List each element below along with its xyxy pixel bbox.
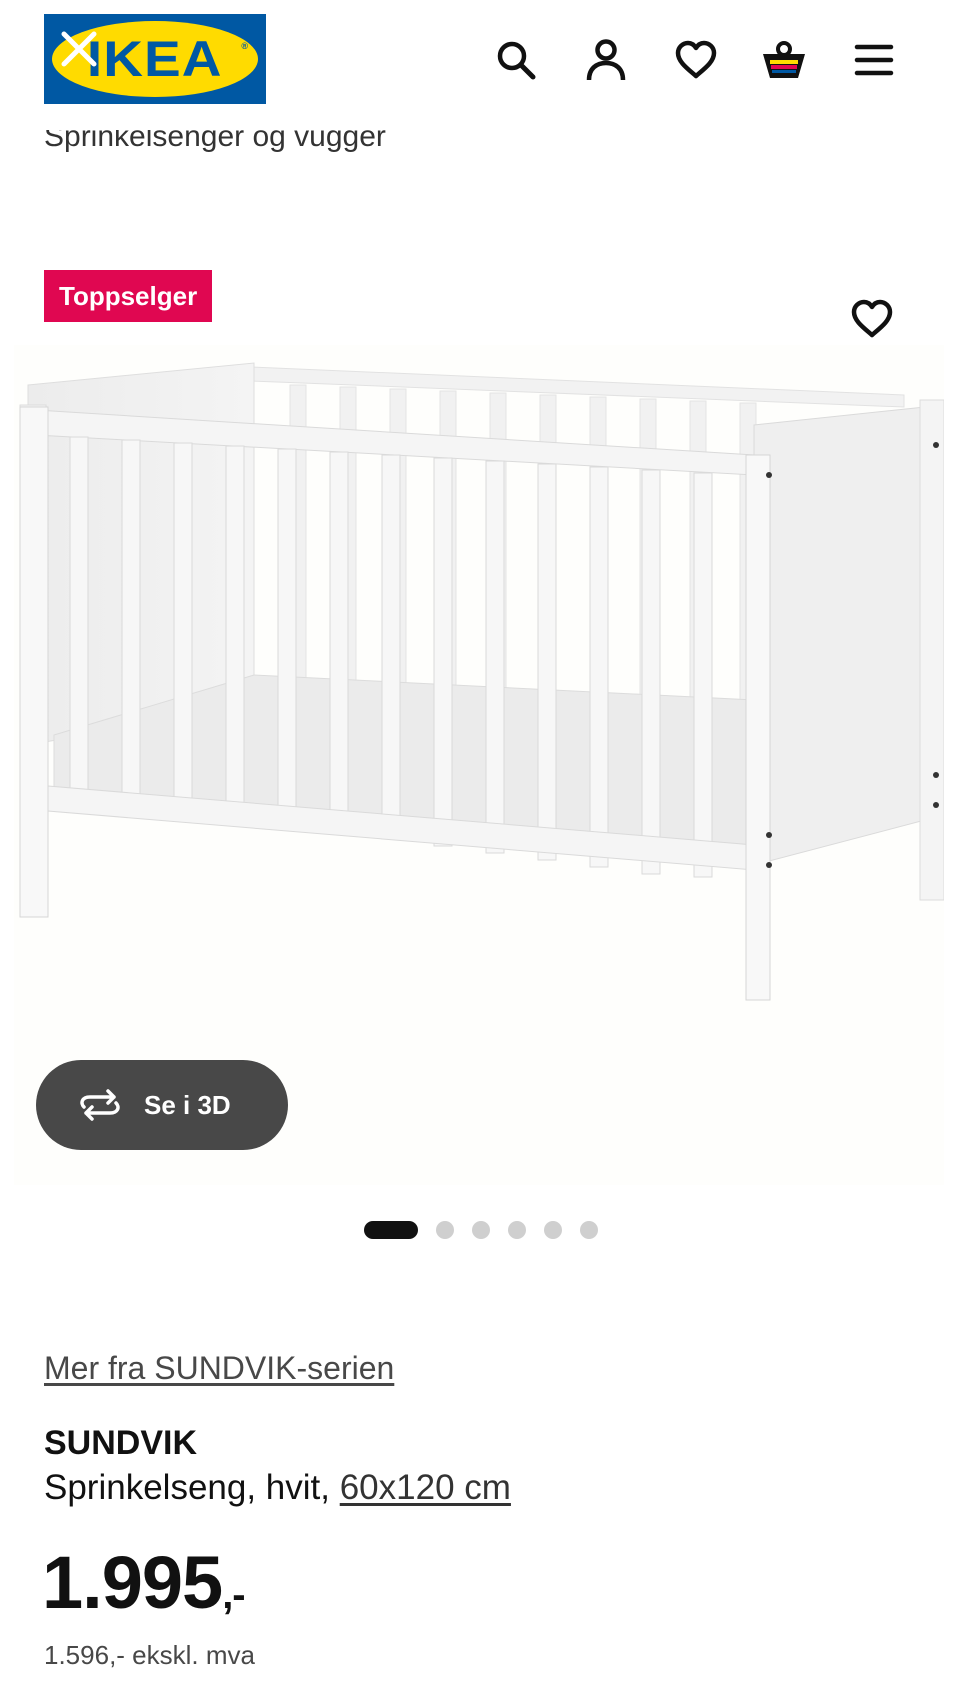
carousel-dot-5[interactable]	[544, 1221, 562, 1239]
shopping-bag-icon[interactable]	[758, 34, 810, 86]
product-description: Sprinkelseng, hvit, 60x120 cm	[44, 1468, 511, 1508]
carousel-dot-6[interactable]	[580, 1221, 598, 1239]
user-icon[interactable]	[580, 34, 632, 86]
carousel-dot-3[interactable]	[472, 1221, 490, 1239]
close-icon[interactable]	[56, 26, 102, 72]
site-header: IKEA ®	[0, 0, 960, 120]
breadcrumb[interactable]: Sprinkelsenger og vugger	[44, 130, 386, 160]
top-seller-badge: Toppselger	[44, 270, 213, 322]
product-price: 1.995,-	[42, 1540, 246, 1625]
series-link[interactable]: Mer fra SUNDVIK-serien	[44, 1350, 394, 1387]
add-to-favorites-heart-icon[interactable]	[846, 293, 898, 345]
size-link[interactable]: 60x120 cm	[340, 1468, 511, 1507]
carousel-dot-1[interactable]	[364, 1221, 418, 1239]
heart-icon[interactable]	[670, 34, 722, 86]
carousel-pagination	[364, 1220, 598, 1240]
view-in-3d-button[interactable]: Se i 3D	[36, 1060, 288, 1150]
view-in-3d-label: Se i 3D	[144, 1089, 231, 1120]
price-suffix: ,-	[222, 1573, 245, 1617]
logo-text: IKEA	[87, 31, 223, 87]
rotate-3d-icon	[80, 1089, 120, 1121]
price-amount: 1.995	[42, 1541, 223, 1624]
crib-illustration	[19, 362, 945, 1001]
registered-mark: ®	[241, 41, 248, 51]
product-type: Sprinkelseng, hvit,	[44, 1468, 340, 1507]
carousel-dot-2[interactable]	[436, 1221, 454, 1239]
search-icon[interactable]	[490, 34, 542, 86]
carousel-dot-4[interactable]	[508, 1221, 526, 1239]
product-name: SUNDVIK	[44, 1424, 198, 1462]
product-image[interactable]	[14, 345, 945, 1185]
price-excl-vat: 1.596,- ekskl. mva	[44, 1640, 255, 1670]
breadcrumb-text: Sprinkelsenger og vugger	[44, 130, 386, 153]
menu-icon[interactable]	[848, 34, 900, 86]
